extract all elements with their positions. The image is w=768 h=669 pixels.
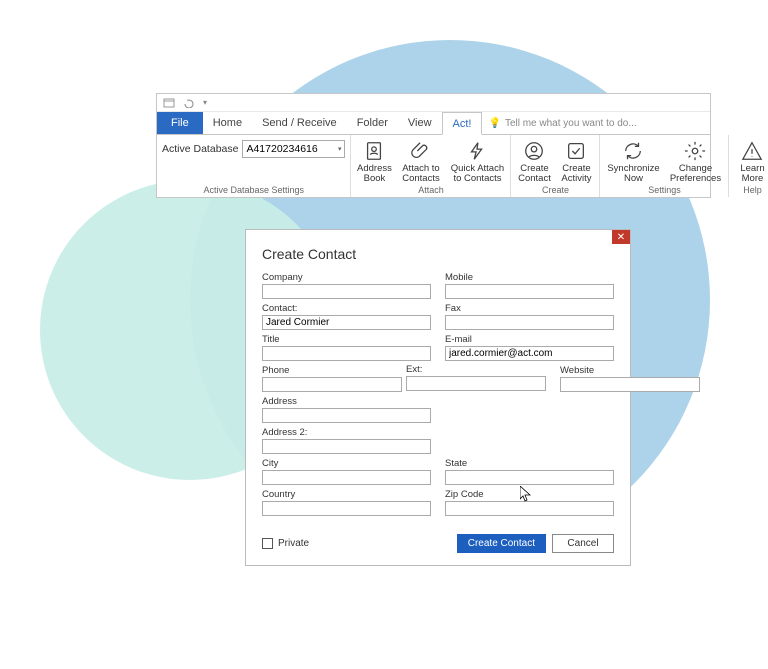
warning-icon xyxy=(741,140,763,162)
tab-folder[interactable]: Folder xyxy=(347,112,398,134)
tab-send-receive[interactable]: Send / Receive xyxy=(252,112,347,134)
lightbulb-icon: 💡 xyxy=(488,118,500,129)
quick-attach-label: Quick Attach to Contacts xyxy=(447,164,507,184)
sync-icon xyxy=(622,140,644,162)
tell-me-text: Tell me what you want to do... xyxy=(505,118,637,129)
title-label: Title xyxy=(262,334,431,345)
cancel-button[interactable]: Cancel xyxy=(552,534,614,553)
create-contact-label: Create Contact xyxy=(514,164,554,184)
dialog-footer: Private Create Contact Cancel xyxy=(246,526,630,565)
quick-attach-button[interactable]: Quick Attach to Contacts xyxy=(447,137,507,184)
close-button[interactable]: ✕ xyxy=(612,230,630,244)
group-help: Help xyxy=(732,184,768,197)
attach-contacts-label: Attach to Contacts xyxy=(396,164,445,184)
title-input[interactable] xyxy=(262,346,431,361)
tell-me-search[interactable]: 💡 Tell me what you want to do... xyxy=(482,112,642,134)
tab-file[interactable]: File xyxy=(157,112,203,134)
private-label: Private xyxy=(278,538,309,549)
website-input[interactable] xyxy=(560,377,700,392)
private-checkbox[interactable]: Private xyxy=(262,538,309,549)
create-activity-button[interactable]: Create Activity xyxy=(556,137,596,184)
sync-now-label: Synchronize Now xyxy=(603,164,663,184)
fax-label: Fax xyxy=(445,303,614,314)
website-label: Website xyxy=(560,365,700,376)
mobile-label: Mobile xyxy=(445,272,614,283)
create-contact-button[interactable]: Create Contact xyxy=(457,534,546,553)
city-label: City xyxy=(262,458,431,469)
learn-more-label: Learn More xyxy=(732,164,768,184)
create-contact-dialog: ✕ Create Contact Company Mobile Contact:… xyxy=(245,229,631,566)
contact-label: Contact: xyxy=(262,303,431,314)
ribbon-body: Active Database A41720234616 ▾ Active Da… xyxy=(157,134,710,197)
address2-label: Address 2: xyxy=(262,427,431,438)
ext-label: Ext: xyxy=(406,364,546,375)
email-input[interactable] xyxy=(445,346,614,361)
email-label: E-mail xyxy=(445,334,614,345)
address-label: Address xyxy=(262,396,431,407)
attach-to-contacts-button[interactable]: Attach to Contacts xyxy=(396,137,445,184)
chevron-down-icon: ▾ xyxy=(338,145,342,153)
active-database-select[interactable]: A41720234616 ▾ xyxy=(242,140,345,158)
address-book-icon xyxy=(363,140,385,162)
country-label: Country xyxy=(262,489,431,500)
state-label: State xyxy=(445,458,614,469)
group-active-db: Active Database Settings xyxy=(160,184,347,197)
active-database-label: Active Database xyxy=(162,143,238,155)
contact-input[interactable] xyxy=(262,315,431,330)
state-input[interactable] xyxy=(445,470,614,485)
gear-icon xyxy=(684,140,706,162)
phone-input[interactable] xyxy=(262,377,402,392)
dialog-body: Company Mobile Contact: Fax Title xyxy=(246,272,630,526)
mobile-input[interactable] xyxy=(445,284,614,299)
person-circle-icon xyxy=(523,140,545,162)
paperclip-icon xyxy=(410,140,432,162)
learn-more-button[interactable]: Learn More xyxy=(732,137,768,184)
tab-home[interactable]: Home xyxy=(203,112,252,134)
create-contact-ribbon-button[interactable]: Create Contact xyxy=(514,137,554,184)
undo-icon[interactable] xyxy=(183,98,195,108)
address2-input[interactable] xyxy=(262,439,431,454)
tab-act[interactable]: Act! xyxy=(442,112,483,135)
close-icon: ✕ xyxy=(617,232,625,243)
checkbox-icon xyxy=(565,140,587,162)
group-settings: Settings xyxy=(603,184,725,197)
address-input[interactable] xyxy=(262,408,431,423)
synchronize-now-button[interactable]: Synchronize Now xyxy=(603,137,663,184)
qat-icon-1[interactable] xyxy=(163,98,175,108)
change-prefs-label: Change Preferences xyxy=(665,164,725,184)
change-preferences-button[interactable]: Change Preferences xyxy=(665,137,725,184)
ext-input[interactable] xyxy=(406,376,546,391)
ribbon: ▾ File Home Send / Receive Folder View A… xyxy=(156,93,711,198)
quick-access-toolbar: ▾ xyxy=(157,94,710,112)
fax-input[interactable] xyxy=(445,315,614,330)
ribbon-tabs: File Home Send / Receive Folder View Act… xyxy=(157,112,710,134)
qat-customize-icon[interactable]: ▾ xyxy=(203,98,207,107)
lightning-icon xyxy=(466,140,488,162)
company-label: Company xyxy=(262,272,431,283)
city-input[interactable] xyxy=(262,470,431,485)
address-book-label: Address Book xyxy=(354,164,394,184)
company-input[interactable] xyxy=(262,284,431,299)
create-activity-label: Create Activity xyxy=(556,164,596,184)
tab-view[interactable]: View xyxy=(398,112,442,134)
dialog-title: Create Contact xyxy=(246,230,630,272)
mouse-cursor xyxy=(520,486,532,505)
country-input[interactable] xyxy=(262,501,431,516)
address-book-button[interactable]: Address Book xyxy=(354,137,394,184)
active-database-value: A41720234616 xyxy=(246,143,317,155)
group-attach: Attach xyxy=(354,184,507,197)
checkbox-icon xyxy=(262,538,273,549)
group-create: Create xyxy=(514,184,596,197)
